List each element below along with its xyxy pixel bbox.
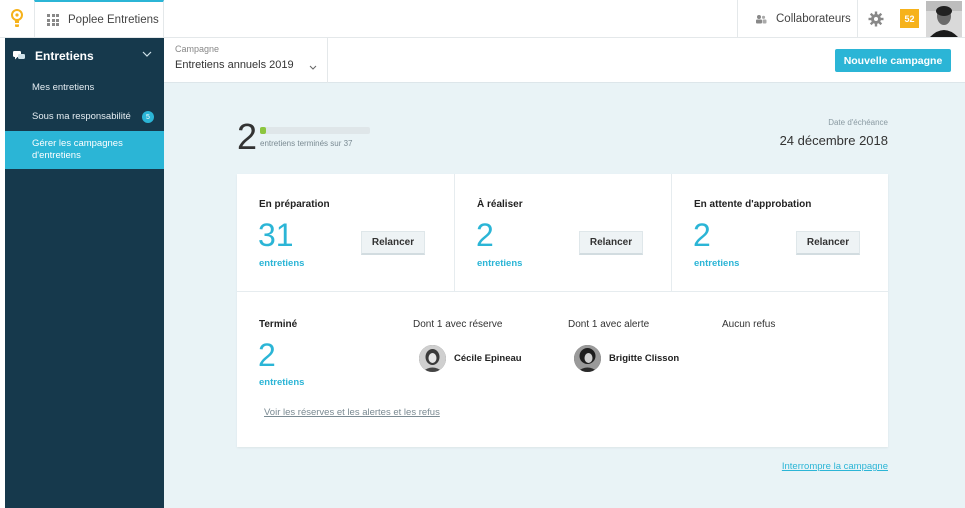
reserve-person[interactable]: Cécile Epineau — [419, 345, 522, 372]
chat-bubbles-icon — [13, 50, 25, 59]
progress-fill — [260, 127, 266, 134]
campaign-label: Campagne — [175, 44, 220, 54]
stat-a-realiser: À réaliser 2 entretiens Relancer — [454, 174, 671, 292]
settings-button[interactable] — [857, 0, 893, 38]
sidebar-item-mes-entretiens[interactable]: Mes entretiens — [5, 73, 164, 102]
stat-value: 31 — [258, 217, 294, 253]
lightbulb-icon — [11, 9, 23, 27]
count-badge: 5 — [142, 111, 154, 123]
done-unit: entretiens — [259, 377, 305, 388]
due-date-label: Date d'échéance — [828, 118, 888, 127]
person-name: Cécile Epineau — [454, 353, 522, 364]
done-title: Terminé — [259, 319, 298, 330]
stat-unit: entretiens — [477, 258, 523, 269]
stat-en-attente: En attente d'approbation 2 entretiens Re… — [671, 174, 888, 292]
sidebar-item-gerer-campagnes[interactable]: Gérer les campagnes d'entretiens — [5, 131, 164, 169]
top-bar: Poplee Entretiens Collaborateurs 52 — [0, 0, 965, 38]
alert-person[interactable]: Brigitte Clisson — [574, 345, 679, 372]
stat-title: À réaliser — [477, 199, 523, 210]
user-avatar[interactable] — [926, 1, 962, 37]
person-photo-icon — [574, 345, 601, 372]
done-value: 2 — [258, 337, 276, 373]
collaborators-label: Collaborateurs — [776, 13, 851, 25]
sidebar-item-label: Mes entretiens — [32, 82, 95, 93]
stat-unit: entretiens — [259, 258, 305, 269]
sidebar-section-label: Entretiens — [35, 48, 94, 63]
stats-card: En préparation 31 entretiens Relancer À … — [237, 174, 888, 447]
collaborators-link[interactable]: Collaborateurs — [737, 0, 857, 38]
app-name: Poplee Entretiens — [68, 14, 159, 26]
campaign-value: Entretiens annuels 2019 — [175, 59, 294, 71]
details-link[interactable]: Voir les réserves et les alertes et les … — [264, 407, 440, 418]
people-icon — [756, 15, 767, 24]
campaign-select[interactable]: Campagne Entretiens annuels 2019 — [164, 38, 328, 83]
relancer-button[interactable]: Relancer — [579, 231, 643, 255]
stat-value: 2 — [476, 217, 494, 253]
app-tab[interactable]: Poplee Entretiens — [34, 0, 164, 38]
sidebar-section-entretiens[interactable]: Entretiens — [5, 38, 164, 73]
gear-icon — [868, 11, 883, 27]
user-photo-icon — [926, 1, 962, 37]
app-grid-icon — [47, 14, 59, 26]
completed-count: 2 — [237, 116, 258, 157]
sidebar-item-label: Gérer les campagnes d'entretiens — [32, 138, 123, 161]
due-date-value: 24 décembre 2018 — [779, 133, 888, 148]
relancer-button[interactable]: Relancer — [361, 231, 425, 255]
stat-unit: entretiens — [694, 258, 740, 269]
stat-title: En préparation — [259, 199, 330, 210]
relancer-button[interactable]: Relancer — [796, 231, 860, 255]
alert-label: Dont 1 avec alerte — [568, 319, 650, 330]
sidebar-item-label: Sous ma responsabilité — [32, 111, 131, 122]
completion-progress-bar — [260, 127, 370, 134]
main-content: 2 entretiens terminés sur 37 Date d'éché… — [164, 83, 965, 508]
app-root: Poplee Entretiens Collaborateurs 52 Entr… — [0, 0, 965, 508]
refusal-label: Aucun refus — [722, 319, 776, 330]
person-name: Brigitte Clisson — [609, 353, 680, 364]
poplee-logo[interactable] — [0, 0, 34, 38]
stat-en-preparation: En préparation 31 entretiens Relancer — [237, 174, 454, 292]
notification-badge[interactable]: 52 — [900, 9, 919, 28]
new-campaign-button[interactable]: Nouvelle campagne — [835, 49, 951, 72]
avatar — [419, 345, 446, 372]
chevron-down-icon — [309, 65, 317, 70]
stop-campaign-link[interactable]: Interrompre la campagne — [782, 461, 888, 472]
stat-title: En attente d'approbation — [694, 199, 812, 210]
reserve-label: Dont 1 avec réserve — [413, 319, 503, 330]
avatar — [574, 345, 601, 372]
chevron-down-icon — [142, 51, 152, 57]
sidebar: Entretiens Mes entretiens Sous ma respon… — [5, 38, 164, 508]
sidebar-item-sous-ma-responsabilite[interactable]: Sous ma responsabilité 5 — [5, 102, 164, 131]
campaign-bar: Campagne Entretiens annuels 2019 Nouvell… — [164, 38, 965, 83]
person-photo-icon — [419, 345, 446, 372]
stat-value: 2 — [693, 217, 711, 253]
completion-label: entretiens terminés sur 37 — [260, 139, 353, 148]
